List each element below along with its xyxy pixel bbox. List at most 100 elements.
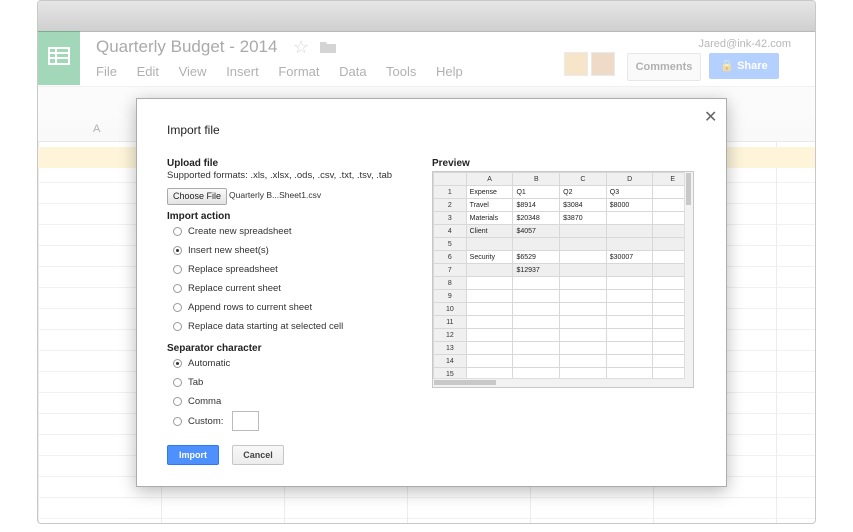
menu-edit[interactable]: Edit <box>137 64 159 79</box>
column-header: A <box>465 172 514 186</box>
preview-header-row: A B C D E <box>433 172 693 186</box>
preview-row: 9 <box>433 289 693 303</box>
preview-cell: $3084 <box>559 198 607 212</box>
preview-cell <box>605 289 654 303</box>
vertical-scrollbar[interactable] <box>684 172 693 387</box>
row-number: 5 <box>433 237 467 251</box>
radio-label: Replace current sheet <box>188 283 281 294</box>
preview-table: A B C D E 1 Expense Q1 Q2 Q3 2 Travel $8914 $308… <box>433 172 693 381</box>
preview-cell: $4057 <box>512 224 561 238</box>
preview-cell <box>465 302 514 316</box>
preview-cell <box>465 289 514 303</box>
import-file-dialog: Import file ✕ Upload file Supported form… <box>136 98 727 487</box>
import-action-heading: Import action <box>167 211 231 222</box>
preview-heading: Preview <box>432 158 470 169</box>
preview-cell <box>559 341 607 355</box>
radio-label: Insert new sheet(s) <box>188 245 269 256</box>
preview-cell: Q1 <box>512 185 561 199</box>
import-button[interactable]: Import <box>167 445 219 465</box>
scrollbar-thumb[interactable] <box>686 173 691 205</box>
radio-button[interactable] <box>173 322 182 331</box>
radio-button[interactable] <box>173 417 182 426</box>
custom-separator-input[interactable] <box>232 411 259 431</box>
radio-button[interactable] <box>173 397 182 406</box>
radio-button[interactable] <box>173 359 182 368</box>
radio-button[interactable] <box>173 303 182 312</box>
preview-cell <box>559 250 607 264</box>
column-header: D <box>605 172 654 186</box>
sheets-grid-icon <box>48 47 70 65</box>
menu-format[interactable]: Format <box>278 64 319 79</box>
preview-cell: Travel <box>465 198 514 212</box>
preview-cell <box>605 302 654 316</box>
radio-label: Custom: <box>188 416 224 427</box>
share-label: Share <box>737 60 768 72</box>
window-titlebar <box>38 1 815 32</box>
avatar[interactable] <box>591 52 615 76</box>
preview-cell: $20348 <box>512 211 561 225</box>
preview-cell: $12937 <box>512 263 561 277</box>
scrollbar-thumb[interactable] <box>434 380 496 385</box>
row-number: 9 <box>433 289 467 303</box>
radio-button[interactable] <box>173 227 182 236</box>
share-button[interactable]: 🔒 Share <box>709 53 779 79</box>
preview-cell <box>559 315 607 329</box>
radio-button[interactable] <box>173 265 182 274</box>
close-icon[interactable]: ✕ <box>704 107 717 127</box>
menu-view[interactable]: View <box>179 64 207 79</box>
radio-label: Automatic <box>188 358 231 369</box>
avatar[interactable] <box>564 52 588 76</box>
row-number: 14 <box>433 354 467 368</box>
sheets-logo[interactable] <box>38 31 80 85</box>
preview-cell <box>605 341 654 355</box>
preview-cell <box>605 354 654 368</box>
star-icon[interactable]: ☆ <box>293 37 309 58</box>
preview-cell <box>465 276 514 290</box>
menu-file[interactable]: File <box>96 64 117 79</box>
preview-cell: Security <box>465 250 514 264</box>
menu-tools[interactable]: Tools <box>386 64 416 79</box>
menu-bar: File Edit View Insert Format Data Tools … <box>96 64 479 79</box>
radio-button[interactable] <box>173 246 182 255</box>
comments-button[interactable]: Comments <box>627 53 701 81</box>
preview-row: 1 Expense Q1 Q2 Q3 <box>433 185 693 199</box>
row-number: 1 <box>433 185 467 199</box>
cancel-button[interactable]: Cancel <box>232 445 284 465</box>
radio-button[interactable] <box>173 378 182 387</box>
document-title[interactable]: Quarterly Budget - 2014 <box>96 37 277 57</box>
column-header: B <box>512 172 561 186</box>
preview-body: 1 Expense Q1 Q2 Q3 2 Travel $8914 $3084 $8000 3 Mat… <box>433 185 693 381</box>
preview-row: 11 <box>433 315 693 329</box>
row-number: 6 <box>433 250 467 264</box>
preview-cell <box>512 354 561 368</box>
menu-help[interactable]: Help <box>436 64 463 79</box>
row-number: 10 <box>433 302 467 316</box>
preview-row: 5 <box>433 237 693 251</box>
preview-cell: $3870 <box>559 211 607 225</box>
choose-file-button[interactable]: Choose File <box>167 188 227 205</box>
row-number: 11 <box>433 315 467 329</box>
folder-icon[interactable] <box>320 41 336 53</box>
row-number: 7 <box>433 263 467 277</box>
supported-formats: Supported formats: .xls, .xlsx, .ods, .c… <box>167 170 393 181</box>
radio-button[interactable] <box>173 284 182 293</box>
preview-row: 3 Materials $20348 $3870 <box>433 211 693 225</box>
user-email[interactable]: Jared@ink-42.com <box>699 38 791 50</box>
preview-pane: A B C D E 1 Expense Q1 Q2 Q3 2 Travel $8914 $308… <box>432 171 694 388</box>
horizontal-scrollbar[interactable] <box>433 378 685 387</box>
menu-data[interactable]: Data <box>339 64 366 79</box>
preview-cell <box>512 276 561 290</box>
menu-insert[interactable]: Insert <box>226 64 259 79</box>
preview-cell: Expense <box>465 185 514 199</box>
preview-cell <box>465 328 514 342</box>
preview-cell: Materials <box>465 211 514 225</box>
preview-cell <box>559 289 607 303</box>
row-number: 3 <box>433 211 467 225</box>
preview-cell <box>605 328 654 342</box>
preview-cell <box>512 341 561 355</box>
preview-row: 10 <box>433 302 693 316</box>
radio-label: Replace spreadsheet <box>188 264 278 275</box>
dialog-title: Import file <box>167 123 220 137</box>
column-header-a[interactable]: A <box>93 123 100 135</box>
preview-cell: $30007 <box>605 250 654 264</box>
